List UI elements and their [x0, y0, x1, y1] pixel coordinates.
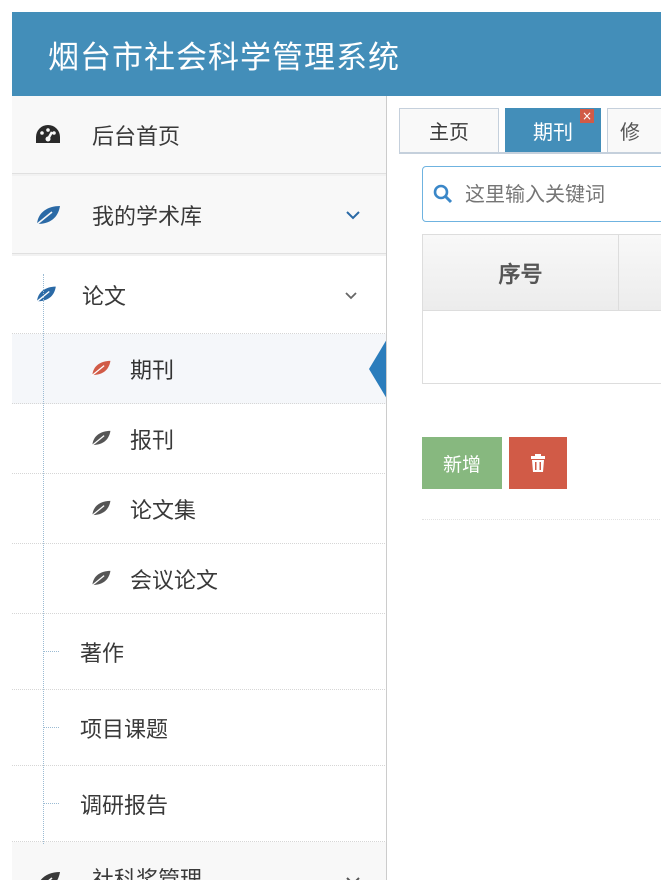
close-icon[interactable]: ×: [580, 109, 594, 123]
search-input[interactable]: [465, 179, 661, 209]
sidebar-item-label: 著作: [80, 641, 125, 667]
leaf-icon: [90, 569, 112, 591]
leaf-icon: [34, 201, 62, 229]
tab-home[interactable]: 主页: [399, 108, 499, 152]
grid-header: 序号: [423, 235, 661, 311]
sidebar-item-dashboard[interactable]: 后台首页: [12, 96, 386, 174]
tree-line: [43, 274, 44, 844]
chevron-down-icon[interactable]: [343, 871, 363, 880]
sidebar-item-project[interactable]: 项目课题: [12, 690, 386, 766]
sidebar-item-label: 社科奖管理: [92, 862, 202, 880]
sidebar-item-monograph[interactable]: 著作: [12, 614, 386, 690]
leaf-icon: [90, 429, 112, 451]
tree-tick: [43, 803, 59, 804]
sidebar-item-label: 论文: [82, 284, 127, 310]
top-navbar: 烟台市社会科学管理系统: [12, 12, 661, 96]
leaf-icon: [90, 359, 112, 381]
data-grid: 序号: [422, 234, 661, 384]
search-icon: [433, 184, 453, 204]
sidebar-item-proceedings[interactable]: 论文集: [12, 474, 386, 544]
sidebar-item-label: 项目课题: [80, 717, 169, 743]
sidebar-item-label: 我的学术库: [92, 204, 203, 230]
add-button[interactable]: 新增: [422, 437, 502, 489]
sidebar-item-label: 报刊: [130, 428, 175, 454]
column-header-seq[interactable]: 序号: [423, 235, 619, 311]
leaf-icon: [34, 285, 58, 305]
tree-tick: [43, 727, 59, 728]
sidebar-item-conference-paper[interactable]: 会议论文: [12, 544, 386, 614]
chevron-down-icon[interactable]: [341, 285, 361, 305]
tab-label: 主页: [429, 120, 469, 144]
main-content: 主页 期刊 × 修 序号 新增: [387, 96, 661, 880]
table-row[interactable]: [423, 311, 661, 383]
sidebar-item-label: 会议论文: [130, 568, 219, 594]
trash-icon: [531, 454, 545, 472]
sidebar-item-label: 期刊: [130, 358, 175, 384]
leaf-icon: [90, 499, 112, 521]
search-box[interactable]: [422, 166, 661, 222]
dashboard-icon: [34, 121, 62, 149]
tab-journal[interactable]: 期刊 ×: [505, 108, 601, 152]
leaf-icon: [34, 867, 62, 880]
sidebar-item-newspaper[interactable]: 报刊: [12, 404, 386, 474]
tree-tick: [43, 651, 59, 652]
sidebar-item-label: 后台首页: [92, 124, 181, 150]
sidebar-item-label: 调研报告: [80, 793, 169, 819]
tab-label: 期刊: [533, 119, 573, 144]
delete-button[interactable]: [509, 437, 567, 489]
sidebar-item-report[interactable]: 调研报告: [12, 766, 386, 842]
tab-bar: 主页 期刊 × 修: [399, 108, 661, 154]
sidebar-item-award[interactable]: 社科奖管理: [12, 842, 386, 880]
chevron-down-icon[interactable]: [343, 205, 363, 225]
sidebar-item-paper[interactable]: 论文: [12, 256, 386, 334]
sidebar: 后台首页 我的学术库 论文 期刊 报刊 论文集 会议论文 著作 项目课题 调研报…: [12, 96, 387, 880]
app-title[interactable]: 烟台市社会科学管理系统: [48, 32, 400, 77]
divider: [422, 519, 661, 520]
tab-next[interactable]: 修: [607, 108, 661, 152]
sidebar-item-label: 论文集: [130, 498, 197, 524]
active-indicator: [369, 339, 386, 399]
tab-label: 修: [620, 120, 640, 144]
sidebar-item-library[interactable]: 我的学术库: [12, 176, 386, 254]
sidebar-item-journal[interactable]: 期刊: [12, 334, 386, 404]
